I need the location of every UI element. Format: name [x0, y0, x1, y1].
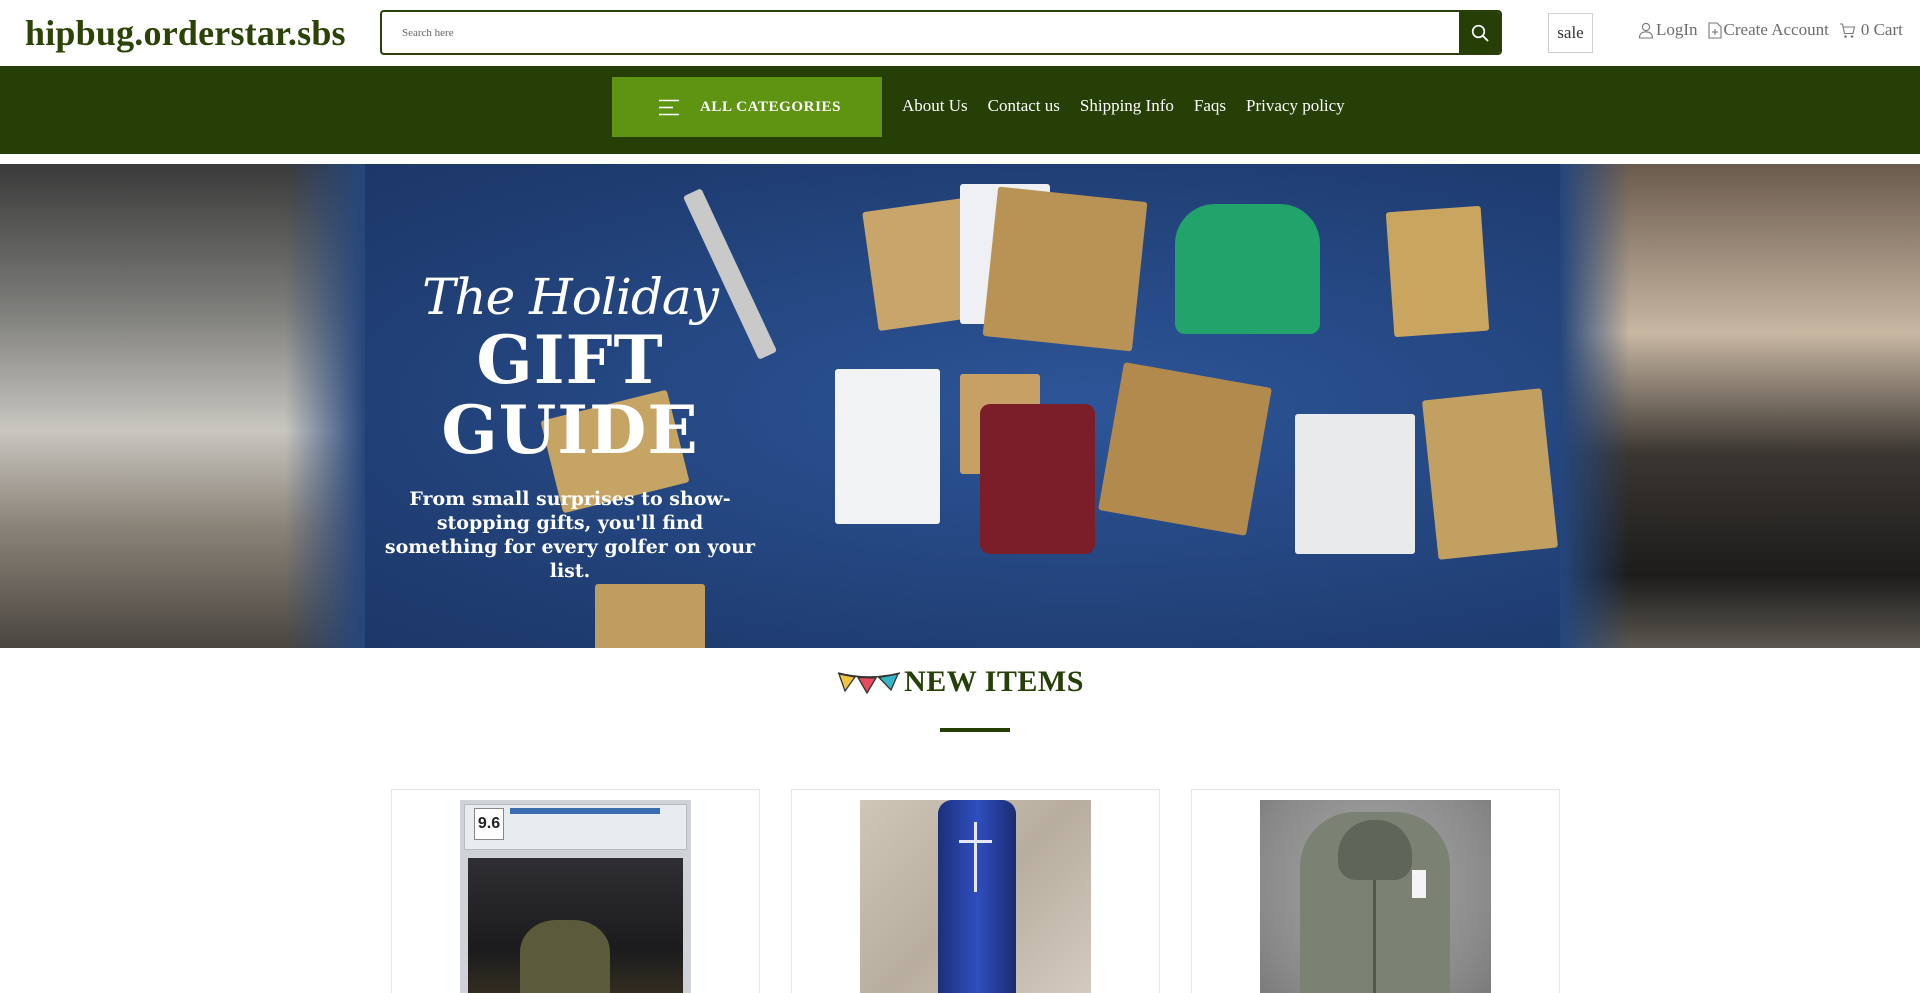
hero-boots-photo-left	[0, 164, 365, 648]
site-logo[interactable]: hipbug.orderstar.sbs	[25, 12, 346, 54]
cart-icon	[1839, 22, 1856, 38]
product-card[interactable]	[1191, 789, 1560, 993]
document-plus-icon	[1707, 21, 1722, 39]
bunting-flags-icon	[837, 672, 901, 695]
nav-link-faqs[interactable]: Faqs	[1194, 96, 1226, 116]
user-icon	[1638, 22, 1654, 39]
hero-boots-photo-right	[1560, 164, 1920, 648]
header-links: LogIn Create Account 0 Cart	[1638, 20, 1913, 40]
hero-main-title: GIFT GUIDE	[441, 321, 699, 469]
new-items-title: NEW ITEMS	[904, 665, 1084, 698]
hero-banner[interactable]: The Holiday GIFT GUIDE From small surpri…	[0, 164, 1920, 648]
cart-link[interactable]: 0 Cart	[1839, 20, 1903, 40]
nav-links: About Us Contact us Shipping Info Faqs P…	[902, 96, 1365, 116]
menu-icon	[659, 99, 679, 115]
product-image-grey-jacket[interactable]	[1260, 800, 1491, 993]
create-account-link[interactable]: Create Account	[1707, 20, 1829, 40]
heading-underline	[940, 728, 1010, 732]
sale-button[interactable]: sale	[1548, 13, 1593, 53]
product-image-blue-speaker[interactable]	[860, 800, 1091, 993]
main-nav: ALL CATEGORIES About Us Contact us Shipp…	[0, 66, 1920, 154]
top-header: hipbug.orderstar.sbs sale LogIn Create	[0, 0, 1920, 66]
product-card[interactable]: 9.6	[391, 789, 760, 993]
nav-link-privacy-policy[interactable]: Privacy policy	[1246, 96, 1345, 116]
search-box	[380, 10, 1502, 55]
nav-link-about-us[interactable]: About Us	[902, 96, 968, 116]
hero-subtitle: From small surprises to show-stopping gi…	[384, 488, 756, 582]
create-account-label: Create Account	[1723, 20, 1829, 39]
nav-link-shipping-info[interactable]: Shipping Info	[1080, 96, 1174, 116]
product-image-graded-comic[interactable]: 9.6	[460, 800, 691, 993]
product-card[interactable]	[791, 789, 1160, 993]
search-button[interactable]	[1459, 12, 1500, 53]
login-label: LogIn	[1656, 20, 1698, 39]
all-categories-label: ALL CATEGORIES	[700, 98, 842, 115]
comic-grade-label: 9.6	[474, 808, 504, 840]
all-categories-button[interactable]: ALL CATEGORIES	[612, 77, 882, 137]
hero-script-title: The Holiday	[422, 268, 719, 326]
search-input[interactable]	[382, 12, 1460, 53]
search-icon	[1471, 24, 1488, 41]
cart-label: 0 Cart	[1860, 20, 1903, 39]
login-link[interactable]: LogIn	[1638, 20, 1698, 40]
nav-link-contact-us[interactable]: Contact us	[988, 96, 1060, 116]
hero-text: The Holiday GIFT GUIDE From small surpri…	[350, 269, 790, 583]
new-items-heading: NEW ITEMS	[0, 665, 1920, 699]
